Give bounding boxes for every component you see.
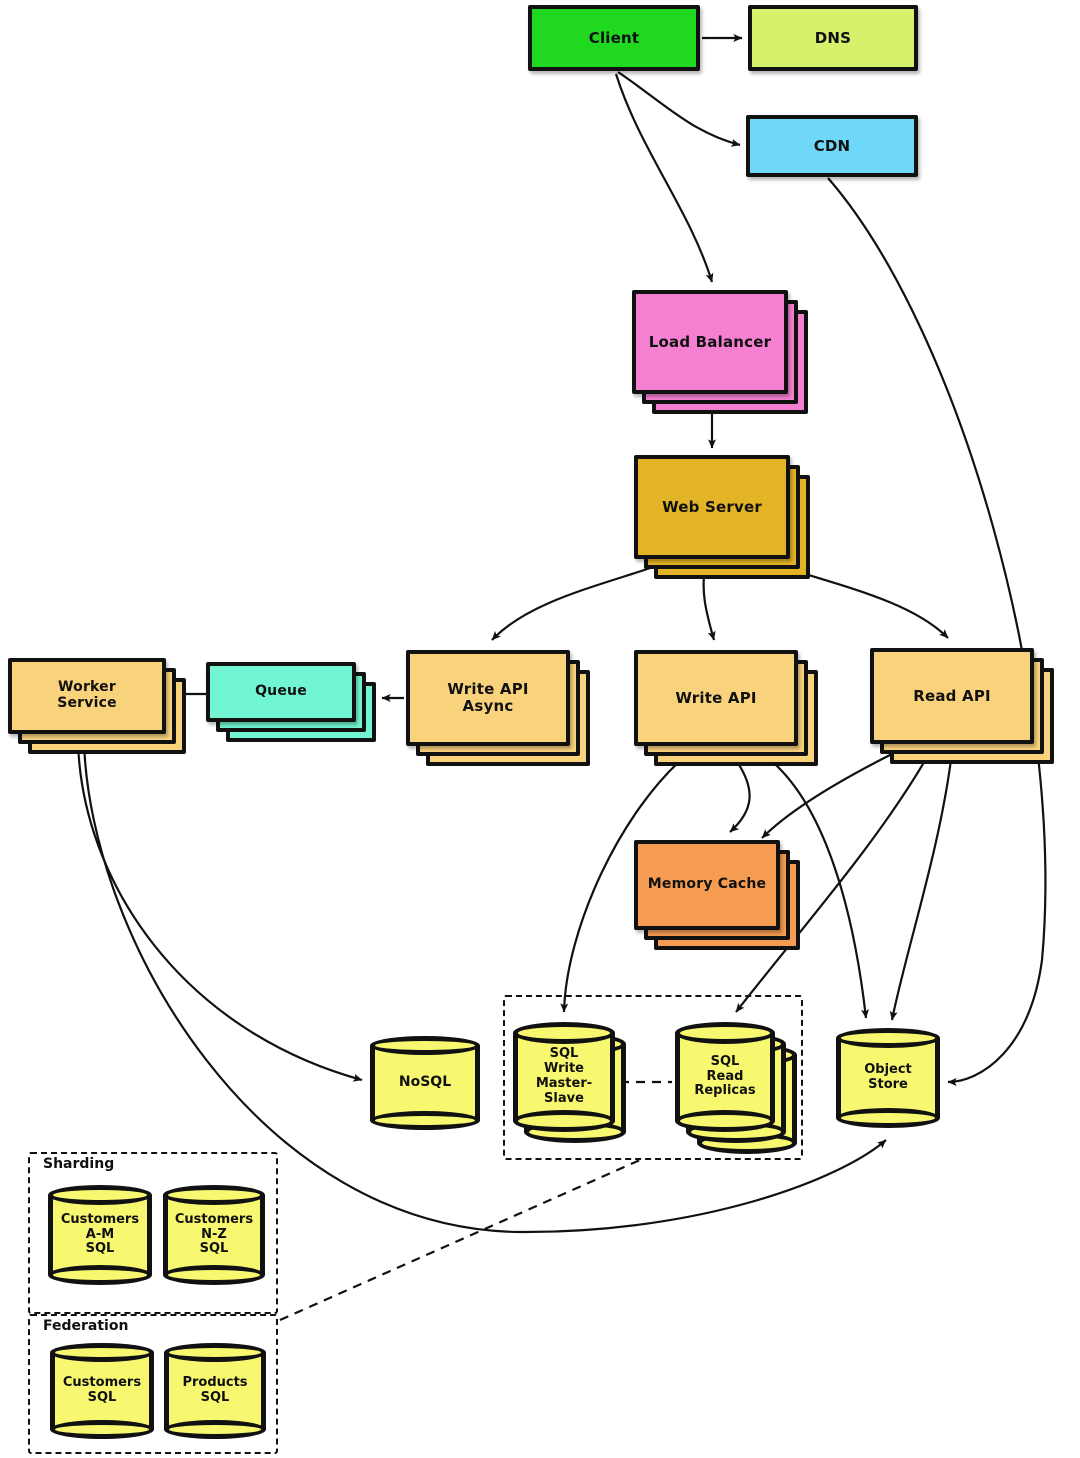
edge-workerservice-nosql xyxy=(76,741,363,1082)
node-label: CDN xyxy=(813,136,851,155)
node-face[interactable]: CDN xyxy=(746,115,918,177)
node-label: Client xyxy=(588,28,640,47)
group-sharding-label: Sharding xyxy=(40,1156,118,1172)
cylinder-shape[interactable] xyxy=(370,1036,480,1130)
node-label: Memory Cache xyxy=(647,876,767,893)
diagram-canvas: Sharding Federation Client DNS CDN Load … xyxy=(0,0,1080,1458)
node-label: DNS xyxy=(814,28,852,47)
edge-client-cdn xyxy=(617,71,741,147)
group-federation-label: Federation xyxy=(40,1318,132,1334)
edge-client-loadbalancer xyxy=(614,73,714,283)
cylinder-shape[interactable] xyxy=(163,1185,265,1285)
cylinder-shape[interactable] xyxy=(513,1022,615,1132)
node-label: Worker Service xyxy=(57,679,117,711)
node-face[interactable]: Read API xyxy=(870,648,1034,744)
edge-webserver-readapi xyxy=(761,558,949,639)
node-label: Write API xyxy=(675,688,757,707)
node-face[interactable]: Write API xyxy=(634,650,798,746)
node-face[interactable]: Load Balancer xyxy=(632,290,788,394)
node-face[interactable]: Memory Cache xyxy=(634,840,780,930)
node-face[interactable]: Client xyxy=(528,5,700,71)
edge-webserver-writeapi xyxy=(702,561,716,641)
node-label: Read API xyxy=(913,686,991,705)
edge-writeapi-memorycache xyxy=(729,751,751,833)
edge-webserver-writeapiasync xyxy=(491,560,669,641)
node-label: Web Server xyxy=(662,497,762,516)
node-face[interactable]: Write API Async xyxy=(406,650,570,746)
cylinder-shape[interactable] xyxy=(48,1185,152,1285)
node-label: Queue xyxy=(255,683,307,700)
node-label: Write API Async xyxy=(447,680,529,715)
node-face[interactable]: Queue xyxy=(206,662,356,722)
edge-readapi-objectstore xyxy=(889,751,954,1021)
edge-readapi-memorycache xyxy=(761,751,897,839)
node-label: Load Balancer xyxy=(648,332,772,351)
edge-shardingfederation-sqlcluster xyxy=(279,1158,641,1322)
edge-cdn-objectstore xyxy=(827,177,1047,1086)
cylinder-shape[interactable] xyxy=(50,1343,154,1439)
node-face[interactable]: DNS xyxy=(748,5,918,71)
cylinder-shape[interactable] xyxy=(164,1343,266,1439)
cylinder-shape[interactable] xyxy=(675,1022,775,1132)
cylinder-shape[interactable] xyxy=(836,1028,940,1128)
node-face[interactable]: Web Server xyxy=(634,455,790,559)
node-face[interactable]: Worker Service xyxy=(8,658,166,734)
